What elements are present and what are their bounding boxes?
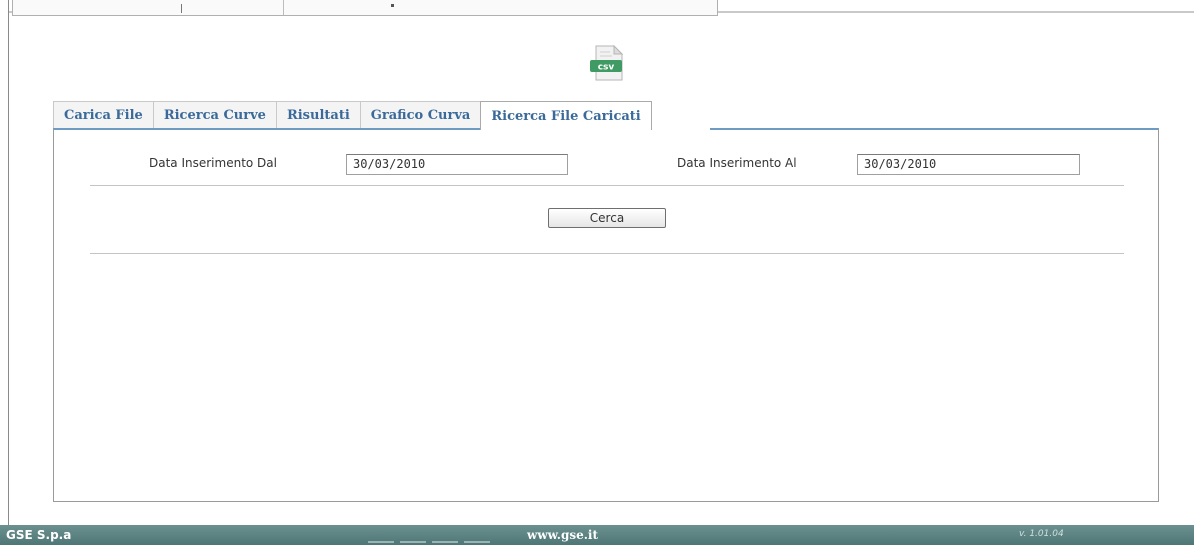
csv-file-icon[interactable]: csv [586,44,628,84]
results-divider [90,253,1124,254]
csv-icon-label: csv [598,63,615,73]
footer-decoration [400,541,426,543]
search-button[interactable]: Cerca [548,208,666,228]
toolbar-separator [283,0,284,15]
tab-ricerca-curve[interactable]: Ricerca Curve [152,101,276,128]
date-from-label: Data Inserimento Dal [149,156,277,170]
frame-left-border [8,0,9,525]
tab-carica-file[interactable]: Carica File [53,101,153,128]
search-panel: Data Inserimento Dal 30/03/2010 Data Ins… [53,129,1159,502]
tab-risultati[interactable]: Risultati [275,101,360,128]
tab-bar: Carica File Ricerca Curve Risultati Graf… [53,101,652,130]
date-to-field[interactable]: 30/03/2010 [857,154,1080,175]
date-to-label: Data Inserimento Al [677,156,797,170]
toolbar-separator [181,4,182,13]
footer-decoration [464,541,490,543]
top-toolbar-remnant [12,0,718,16]
tab-ricerca-file-caricati[interactable]: Ricerca File Caricati [480,101,652,130]
footer-version: v. 1.01.04 [1019,529,1064,539]
footer-bar: GSE S.p.a www.gse.it v. 1.01.04 [0,525,1194,545]
date-from-field[interactable]: 30/03/2010 [346,154,568,175]
tab-grafico-curva[interactable]: Grafico Curva [359,101,481,128]
footer-website-link[interactable]: www.gse.it [527,528,598,542]
toolbar-mark [391,4,394,7]
footer-decoration [368,541,394,543]
footer-company: GSE S.p.a [6,528,72,542]
footer-decoration [432,541,458,543]
form-divider [90,185,1124,186]
